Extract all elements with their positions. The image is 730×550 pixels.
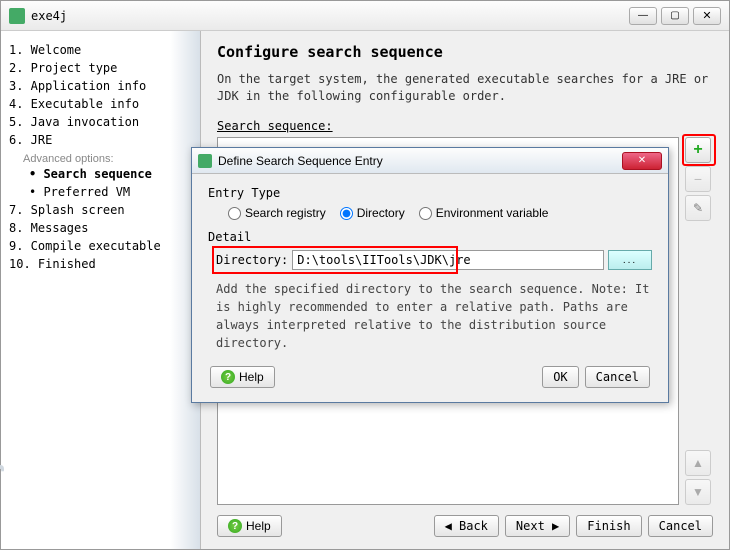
dialog-cancel-button[interactable]: Cancel [585,366,650,388]
remove-entry-button[interactable]: − [685,166,711,192]
next-button[interactable]: Next ▶ [505,515,570,537]
dialog-buttons: ? Help OK Cancel [208,366,652,392]
wizard-steps-2: 7. Splash screen 8. Messages 9. Compile … [9,201,192,273]
detail-label: Detail [208,230,652,244]
directory-note: Add the specified directory to the searc… [208,280,652,352]
minus-icon: − [694,171,702,187]
search-sequence-label: Search sequence: [217,119,713,133]
radio-registry-label: Search registry [245,206,326,220]
help-icon: ? [228,519,242,533]
step-welcome[interactable]: 1. Welcome [9,41,192,59]
arrow-up-icon: ▲ [692,456,704,470]
minimize-button[interactable]: — [629,7,657,25]
add-entry-button[interactable]: + [685,137,711,163]
entry-type-radios: Search registry Directory Environment va… [208,206,652,220]
radio-search-registry[interactable]: Search registry [228,206,326,220]
step-application-info[interactable]: 3. Application info [9,77,192,95]
move-down-button[interactable]: ▼ [685,479,711,505]
titlebar: exe4j — ▢ ✕ [1,1,729,31]
dialog-title: Define Search Sequence Entry [218,154,622,168]
back-button[interactable]: ◀ Back [434,515,499,537]
move-up-button[interactable]: ▲ [685,450,711,476]
arrow-down-icon: ▼ [692,485,704,499]
cancel-button[interactable]: Cancel [648,515,713,537]
page-title: Configure search sequence [217,43,713,61]
step-project-type[interactable]: 2. Project type [9,59,192,77]
advanced-options-label: Advanced options: [23,153,192,165]
close-button[interactable]: ✕ [693,7,721,25]
sequence-buttons: + − ✎ ▲ ▼ [685,137,713,505]
detail-group: Detail Directory: ... Add the specified … [208,230,652,352]
sidebar: 1. Welcome 2. Project type 3. Applicatio… [1,31,201,549]
radio-env-variable[interactable]: Environment variable [419,206,549,220]
step-jre[interactable]: 6. JRE [9,131,192,149]
wizard-steps: 1. Welcome 2. Project type 3. Applicatio… [9,41,192,149]
browse-button[interactable]: ... [608,250,652,270]
step-messages[interactable]: 8. Messages [9,219,192,237]
help-button[interactable]: ? Help [217,515,282,537]
radio-directory-label: Directory [357,206,405,220]
radio-registry-input[interactable] [228,207,241,220]
edit-icon: ✎ [693,201,703,215]
dialog-help-button[interactable]: ? Help [210,366,275,388]
step-finished[interactable]: 10. Finished [9,255,192,273]
dialog-icon [198,154,212,168]
directory-row: Directory: ... [208,250,652,270]
page-description: On the target system, the generated exec… [217,71,713,105]
radio-env-input[interactable] [419,207,432,220]
step-executable-info[interactable]: 4. Executable info [9,95,192,113]
edit-entry-button[interactable]: ✎ [685,195,711,221]
maximize-button[interactable]: ▢ [661,7,689,25]
app-icon [9,8,25,24]
substep-preferred-vm[interactable]: • Preferred VM [29,183,192,201]
step-splash-screen[interactable]: 7. Splash screen [9,201,192,219]
window-buttons: — ▢ ✕ [629,7,721,25]
step-compile-executable[interactable]: 9. Compile executable [9,237,192,255]
radio-directory[interactable]: Directory [340,206,405,220]
plus-icon: + [693,141,702,159]
dialog-titlebar: Define Search Sequence Entry ✕ [192,148,668,174]
entry-type-group: Entry Type Search registry Directory Env… [208,186,652,220]
radio-env-label: Environment variable [436,206,549,220]
dialog-ok-button[interactable]: OK [542,366,578,388]
step-java-invocation[interactable]: 5. Java invocation [9,113,192,131]
help-label: Help [246,519,271,533]
radio-directory-input[interactable] [340,207,353,220]
dialog-body: Entry Type Search registry Directory Env… [192,174,668,402]
finish-button[interactable]: Finish [576,515,641,537]
brand-logo: exe4j [0,462,5,537]
directory-input[interactable] [292,250,604,270]
directory-label: Directory: [216,253,288,267]
wizard-footer: ? Help ◀ Back Next ▶ Finish Cancel [217,505,713,537]
dialog-close-button[interactable]: ✕ [622,152,662,170]
entry-type-label: Entry Type [208,186,652,200]
define-search-sequence-dialog: Define Search Sequence Entry ✕ Entry Typ… [191,147,669,403]
dialog-help-label: Help [239,370,264,384]
window-title: exe4j [31,9,629,23]
substep-search-sequence[interactable]: • Search sequence [29,165,192,183]
help-icon: ? [221,370,235,384]
